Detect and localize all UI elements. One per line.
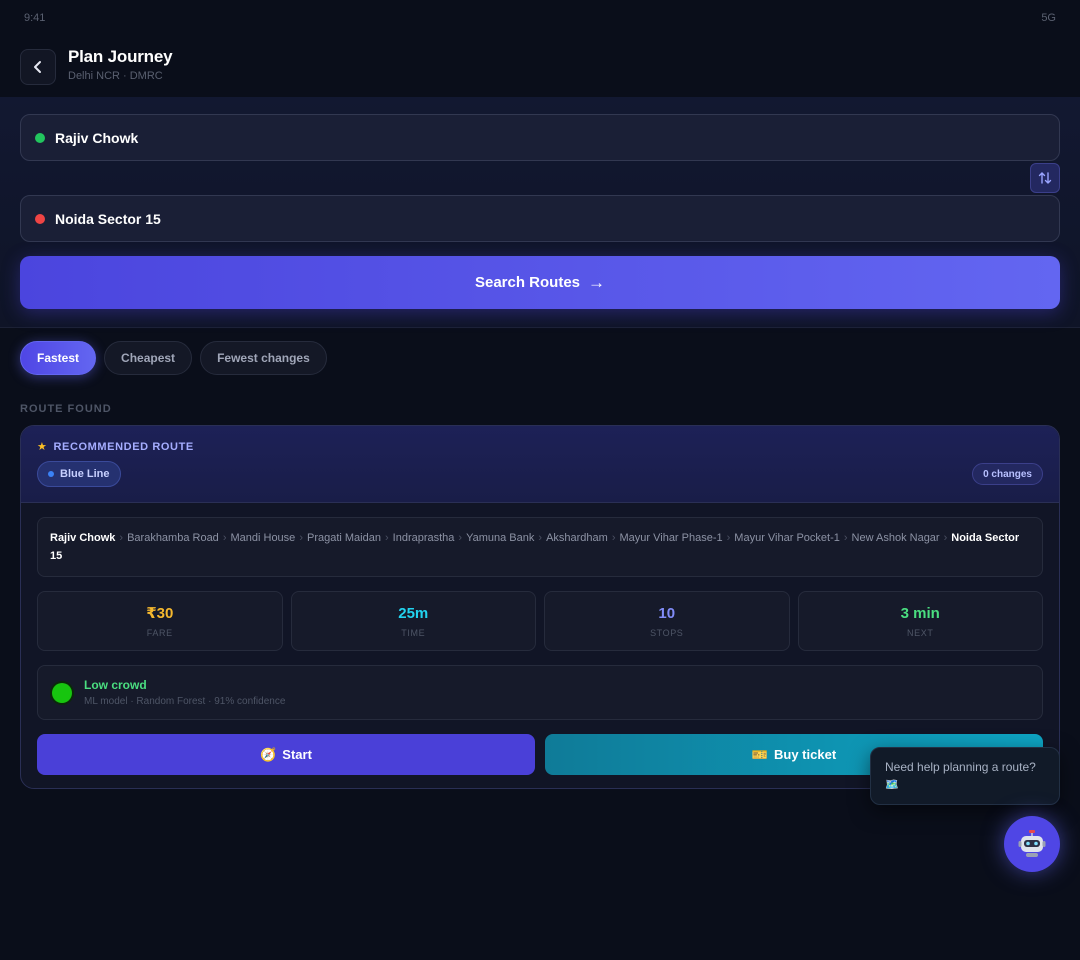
status-bar: 9:41 5G bbox=[0, 0, 1080, 36]
stat-stops-value: 10 bbox=[658, 604, 676, 622]
robot-icon bbox=[1018, 830, 1046, 857]
to-station-input[interactable]: Noida Sector 15 bbox=[20, 195, 1060, 242]
chevron-right-icon: › bbox=[538, 532, 543, 544]
chevron-right-icon: › bbox=[943, 532, 948, 544]
chevron-right-icon: › bbox=[726, 532, 731, 544]
search-panel: Rajiv Chowk Noida Sector 15 Search Route… bbox=[0, 97, 1080, 328]
stat-next-value: 3 min bbox=[900, 604, 940, 622]
route-filters: Fastest Cheapest Fewest changes bbox=[0, 328, 1080, 375]
route-card: ★ RECOMMENDED ROUTE Blue Line 0 changes … bbox=[20, 425, 1060, 789]
help-tooltip[interactable]: Need help planning a route? 🗺️ bbox=[870, 747, 1060, 805]
route-card-header: ★ RECOMMENDED ROUTE Blue Line 0 changes bbox=[21, 426, 1059, 503]
to-station-value: Noida Sector 15 bbox=[55, 210, 161, 227]
stop-item: Akshardham bbox=[546, 532, 608, 544]
compass-icon: 🧭 bbox=[260, 746, 277, 762]
from-station-value: Rajiv Chowk bbox=[55, 129, 139, 146]
stat-time: 25m TIME bbox=[290, 591, 536, 651]
stop-item: New Ashok Nagar bbox=[851, 532, 940, 544]
filter-fastest[interactable]: Fastest bbox=[20, 341, 97, 375]
line-badge: Blue Line bbox=[37, 461, 121, 487]
from-station-input[interactable]: Rajiv Chowk bbox=[20, 114, 1060, 161]
page-subtitle: Delhi NCR · DMRC bbox=[68, 70, 163, 82]
swap-vertical-icon bbox=[1038, 172, 1052, 184]
ticket-icon: 🎫 bbox=[751, 746, 769, 762]
stat-next: 3 min NEXT bbox=[797, 591, 1043, 651]
chevron-right-icon: › bbox=[384, 532, 389, 544]
route-stats: ₹30 FARE 25m TIME 10 STOPS 3 min NEXT bbox=[37, 591, 1043, 651]
status-network: 5G bbox=[1041, 12, 1056, 24]
back-button[interactable] bbox=[20, 48, 56, 85]
line-name: Blue Line bbox=[60, 468, 110, 480]
line-color-dot-icon bbox=[48, 471, 54, 477]
assistant-bot-button[interactable] bbox=[1004, 816, 1060, 872]
page-title: Plan Journey bbox=[68, 47, 173, 66]
start-button[interactable]: 🧭 Start bbox=[37, 734, 535, 775]
stops-list: Rajiv Chowk › Barakhamba Road › Mandi House ›… bbox=[37, 517, 1043, 577]
stop-item: Indraprastha bbox=[392, 532, 455, 544]
crowd-indicator: Low crowd ML model · Random Forest · 91%… bbox=[37, 665, 1043, 720]
filter-fewest-changes[interactable]: Fewest changes bbox=[200, 341, 327, 375]
chevron-right-icon: › bbox=[299, 532, 303, 544]
stat-fare: ₹30 FARE bbox=[37, 591, 283, 651]
section-label: ROUTE FOUND bbox=[20, 403, 112, 415]
stat-stops: 10 STOPS bbox=[544, 591, 790, 651]
origin-dot-icon bbox=[35, 132, 45, 143]
crowd-title: Low crowd bbox=[84, 678, 147, 692]
swap-stations-button[interactable] bbox=[1030, 163, 1060, 193]
stat-time-value: 25m bbox=[398, 604, 429, 622]
help-text: Need help planning a route? bbox=[885, 760, 1036, 774]
stop-item: Barakhamba Road bbox=[127, 532, 219, 544]
stop-item: Yamuna Bank bbox=[466, 532, 535, 544]
header: Plan Journey Delhi NCR · DMRC bbox=[0, 36, 1080, 97]
destination-dot-icon bbox=[35, 213, 45, 224]
search-routes-button[interactable]: Search Routes → bbox=[20, 256, 1060, 309]
map-icon: 🗺️ bbox=[885, 779, 899, 791]
stop-item: Mayur Vihar Pocket-1 bbox=[734, 532, 840, 544]
status-time: 9:41 bbox=[24, 12, 46, 24]
star-icon: ★ bbox=[37, 441, 48, 453]
recommended-tag: RECOMMENDED ROUTE bbox=[53, 440, 194, 453]
search-routes-label: Search Routes bbox=[474, 274, 581, 291]
stat-stops-label: STOPS bbox=[650, 627, 684, 638]
chevron-right-icon: › bbox=[222, 532, 227, 544]
buy-ticket-label: Buy ticket bbox=[774, 747, 837, 762]
stat-fare-value: ₹30 bbox=[146, 605, 174, 622]
chevron-left-icon bbox=[34, 60, 41, 73]
stop-item: Mayur Vihar Phase-1 bbox=[619, 532, 723, 544]
stop-item: Rajiv Chowk bbox=[50, 532, 116, 544]
stat-time-label: TIME bbox=[401, 627, 426, 638]
start-label: Start bbox=[282, 747, 312, 762]
chevron-right-icon: › bbox=[843, 532, 848, 544]
filter-cheapest[interactable]: Cheapest bbox=[104, 341, 193, 375]
stat-next-label: NEXT bbox=[907, 627, 934, 638]
chevron-right-icon: › bbox=[611, 532, 616, 544]
changes-badge: 0 changes bbox=[972, 463, 1043, 485]
stop-item: Pragati Maidan bbox=[306, 532, 381, 544]
stat-fare-label: FARE bbox=[146, 628, 173, 638]
chevron-right-icon: › bbox=[458, 532, 463, 544]
stop-item: Mandi House bbox=[230, 532, 296, 544]
crowd-subtitle: ML model · Random Forest · 91% confidenc… bbox=[84, 696, 286, 707]
arrow-right-icon: → bbox=[588, 272, 606, 292]
crowd-status-dot-icon bbox=[52, 682, 72, 703]
chevron-right-icon: › bbox=[119, 532, 124, 544]
